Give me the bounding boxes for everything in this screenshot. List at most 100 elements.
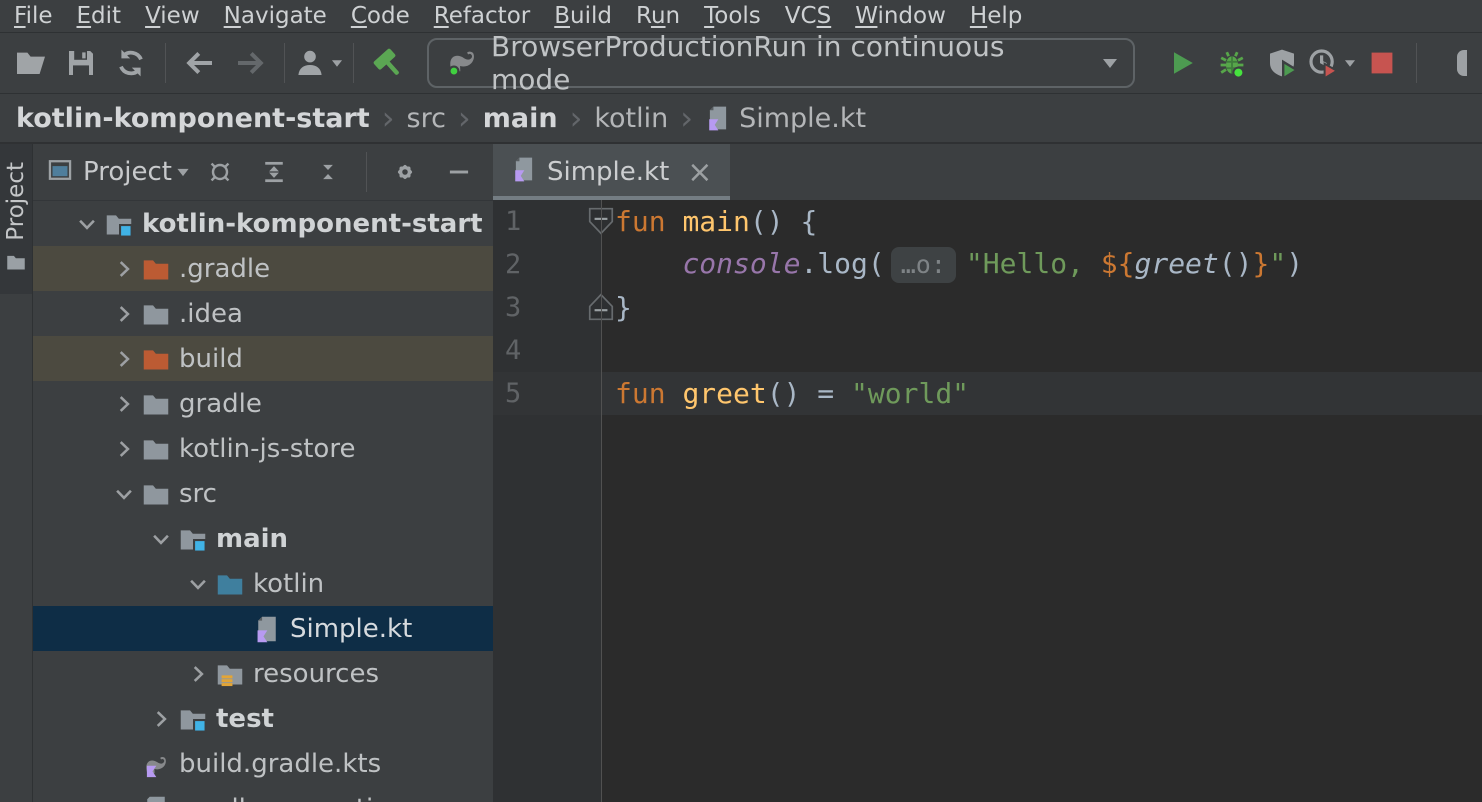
open-button[interactable] [6,39,56,87]
tree-item--idea[interactable]: .idea [33,291,493,336]
chevron-down-icon [332,60,342,66]
profile-with-caret-button[interactable] [1307,39,1357,87]
breadcrumb-item-simple-kt[interactable]: Simple.kt [705,103,866,134]
menu-item-code[interactable]: Code [339,0,422,32]
code-token [666,377,683,410]
tree-chevron[interactable] [149,527,179,551]
main-toolbar: BrowserProductionRun in continuous mode [0,32,1482,93]
tree-item-kotlin-komponent-start[interactable]: kotlin-komponent-start [33,201,493,246]
save-all-button[interactable] [56,39,106,87]
debug-button[interactable] [1207,39,1257,87]
menu-item-help[interactable]: Help [958,0,1034,32]
tree-item-build-gradle-kts[interactable]: build.gradle.kts [33,741,493,786]
module-folder-icon [105,210,133,238]
tree-item-main[interactable]: main [33,516,493,561]
module-folder-icon [179,525,207,553]
breadcrumb-item-kotlin[interactable]: kotlin [594,103,668,134]
debug-icon [1216,47,1248,79]
tree-chevron[interactable] [186,662,216,686]
run-icon [1166,47,1198,79]
menu-item-build[interactable]: Build [542,0,624,32]
tree-item-label: kotlin-js-store [179,434,355,464]
code-token: " [1269,247,1286,280]
settings-button[interactable] [385,148,425,196]
editor-tab-label: Simple.kt [547,157,669,187]
menu-item-edit[interactable]: Edit [65,0,134,32]
tree-chevron[interactable] [186,572,216,596]
build-button[interactable] [363,39,413,87]
tree-item-label: build.gradle.kts [179,749,381,779]
kotlin-file-icon [511,156,537,182]
code-editor[interactable]: 1fun main() {2 console.log(…o:"Hello, ${… [493,200,1482,802]
code-line-2[interactable]: 2 console.log(…o:"Hello, ${greet()}") [493,243,1482,286]
run-button[interactable] [1157,39,1207,87]
tree-chevron[interactable] [112,257,142,281]
tree-item-build[interactable]: build [33,336,493,381]
breadcrumb-item-main[interactable]: main [483,103,558,134]
code-token [615,247,682,280]
user-icon [294,47,326,79]
code-token: } [1253,247,1270,280]
menu-item-navigate[interactable]: Navigate [212,0,339,32]
menu-item-tools[interactable]: Tools [692,0,773,32]
tree-item-label: main [216,524,288,554]
code-token: () [1219,247,1253,280]
tree-item-resources[interactable]: resources [33,651,493,696]
forward-button[interactable] [225,39,275,87]
code-line-4[interactable]: 4 [493,329,1482,372]
tree-item-test[interactable]: test [33,696,493,741]
breadcrumb-item-kotlin-komponent-start[interactable]: kotlin-komponent-start [16,103,370,134]
tree-chevron[interactable] [112,482,142,506]
collapse-all-button[interactable] [308,148,348,196]
project-panel-header: Project [33,144,493,201]
gradle-run-icon [445,43,479,77]
code-line-1[interactable]: 1fun main() { [493,200,1482,243]
hide-tool-window-button[interactable] [439,148,479,196]
tree-item-gradle[interactable]: gradle [33,381,493,426]
hammer-icon [372,47,404,79]
back-button[interactable] [175,39,225,87]
tree-item--gradle[interactable]: .gradle [33,246,493,291]
tree-item-label: test [216,704,274,734]
tree-chevron[interactable] [75,212,105,236]
tree-chevron[interactable] [112,347,142,371]
stop-button[interactable] [1357,39,1407,87]
run-with-coverage-button[interactable] [1257,39,1307,87]
tree-chevron[interactable] [112,302,142,326]
synchronize-button[interactable] [106,39,156,87]
folder-icon [142,480,170,508]
code-line-3[interactable]: 3} [493,286,1482,329]
breadcrumb-item-src[interactable]: src [407,103,446,134]
arrow-right-icon [234,47,266,79]
tree-item-src[interactable]: src [33,471,493,516]
menu-item-vcs[interactable]: VCS [773,0,843,32]
expand-all-button[interactable] [254,148,294,196]
profile-button[interactable] [294,39,344,87]
editor-tab-simple-kt[interactable]: Simple.kt × [493,144,730,200]
tree-chevron[interactable] [149,707,179,731]
menu-item-file[interactable]: File [2,0,65,32]
tree-chevron[interactable] [112,437,142,461]
project-panel-title[interactable]: Project [83,157,172,187]
project-stripe-button[interactable]: Project [0,144,32,294]
code-line-5[interactable]: 5fun greet() = "world" [493,372,1482,415]
tree-item-simple-kt[interactable]: Simple.kt [33,606,493,651]
close-icon[interactable]: × [687,155,712,190]
breadcrumb-label: src [407,103,446,134]
project-panel: Project kotlin-komponent-start.gradle.id… [33,144,493,802]
menu-item-refactor[interactable]: Refactor [422,0,543,32]
menu-item-window[interactable]: Window [843,0,958,32]
tree-item-kotlin-js-store[interactable]: kotlin-js-store [33,426,493,471]
hide-icon [446,159,472,185]
breadcrumb-label: Simple.kt [739,103,866,134]
select-opened-file-button[interactable] [200,148,240,196]
folder-icon [142,300,170,328]
code-token: ${ [1101,247,1135,280]
menu-item-run[interactable]: Run [624,0,692,32]
tree-item-kotlin[interactable]: kotlin [33,561,493,606]
menu-item-view[interactable]: View [133,0,212,32]
breadcrumb: kotlin-komponent-start›src›main›kotlin›S… [0,93,1482,144]
clipped-edge-button[interactable] [1426,39,1476,87]
run-config-selector[interactable]: BrowserProductionRun in continuous mode [427,38,1135,88]
tree-chevron[interactable] [112,392,142,416]
